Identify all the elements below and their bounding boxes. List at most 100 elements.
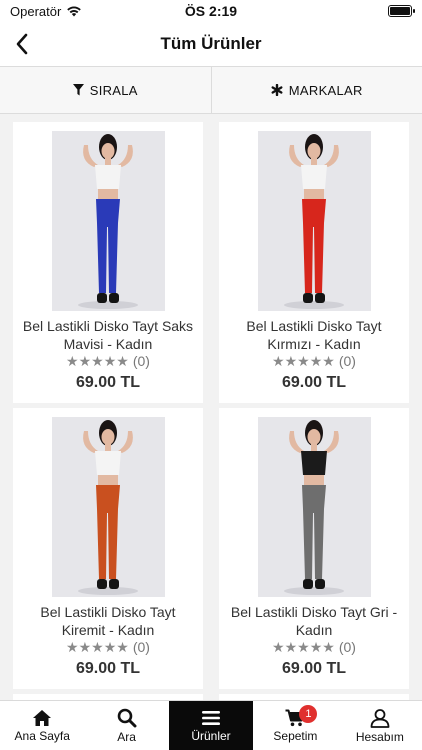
head (101, 429, 114, 445)
product-photo[interactable] (257, 131, 371, 311)
model-figure (51, 131, 165, 311)
navigation-bar: Tüm Ürünler (0, 22, 422, 66)
model-figure (51, 417, 165, 597)
neck (310, 158, 317, 166)
menu-icon (202, 710, 221, 725)
product-card[interactable]: Bel Lastikli Disko Tayt Kiremit - Kadın … (13, 408, 203, 689)
neck (310, 444, 317, 452)
product-price: 69.00 TL (75, 374, 141, 391)
neck (104, 158, 111, 166)
right-shoe (314, 293, 325, 303)
product-rating: ★ ★ ★ ★ ★ (0) (272, 353, 356, 369)
product-price: 69.00 TL (281, 660, 347, 677)
star-icon: ★ (284, 639, 298, 655)
rating-count: (0) (132, 639, 150, 655)
tab-account[interactable]: Hesabım (338, 701, 422, 750)
floor-shadow (283, 587, 344, 595)
floor-shadow (283, 301, 344, 309)
cart-badge: 1 (299, 705, 318, 723)
tab-cart[interactable]: 1 Sepetim (253, 701, 337, 750)
carrier-group: Operatör (10, 4, 82, 19)
star-icon: ★ (322, 639, 335, 655)
star-icon: ★ (91, 353, 104, 369)
product-card[interactable]: Bel Lastikli Disko Tayt Kırmızı - Kadın … (219, 122, 409, 403)
left-shoe (96, 579, 107, 589)
midriff (303, 475, 324, 485)
star-icon: ★ (116, 353, 129, 369)
product-name: Bel Lastikli Disko Tayt Kiremit - Kadın (40, 604, 176, 638)
star-rating: ★ ★ ★ ★ ★ (66, 640, 129, 654)
star-icon: ★ (297, 639, 310, 655)
star-icon: ★ (116, 639, 129, 655)
product-price: 69.00 TL (75, 660, 141, 677)
star-rating: ★ ★ ★ ★ ★ (66, 354, 129, 368)
battery-level (390, 7, 410, 15)
product-rating: ★ ★ ★ ★ ★ (0) (66, 639, 150, 655)
home-icon (33, 709, 52, 726)
midriff (97, 189, 118, 199)
star-icon: ★ (309, 353, 323, 369)
star-icon: ★ (322, 353, 335, 369)
star-icon: ★ (272, 353, 285, 369)
product-photo[interactable] (51, 131, 165, 311)
midriff (303, 189, 324, 199)
sort-button[interactable]: SIRALA (0, 67, 211, 113)
tab-label: Hesabım (355, 729, 404, 744)
sort-label: SIRALA (89, 82, 138, 98)
star-icon: ★ (103, 639, 117, 655)
left-shoe (302, 579, 313, 589)
tab-label: Ara (117, 729, 136, 744)
product-grid: Bel Lastikli Disko Tayt Saks Mavisi - Ka… (0, 114, 422, 700)
product-photo[interactable] (51, 417, 165, 597)
status-bar: Operatör ÖS 2:19 (0, 0, 422, 22)
tab-home[interactable]: Ana Sayfa (0, 701, 84, 750)
floor-shadow (77, 587, 138, 595)
star-rating: ★ ★ ★ ★ ★ (272, 640, 335, 654)
product-rating: ★ ★ ★ ★ ★ (0) (66, 353, 150, 369)
product-card[interactable]: Bel Lastikli Disko Tayt Gri - Kadın ★ ★ ★ ★… (219, 408, 409, 689)
rating-count: (0) (338, 639, 356, 655)
star-icon: ★ (66, 639, 79, 655)
brands-button[interactable]: MARKALAR (210, 67, 422, 113)
product-rating: ★ ★ ★ ★ ★ (0) (272, 639, 356, 655)
product-price: 69.00 TL (281, 374, 347, 391)
rating-count: (0) (132, 353, 150, 369)
tab-label: Ürünler (191, 728, 231, 743)
neck (104, 444, 111, 452)
carrier-name: Operatör (10, 3, 62, 19)
search-icon (117, 708, 137, 727)
star-icon: ★ (91, 639, 104, 655)
top (300, 165, 327, 189)
midriff (97, 475, 118, 485)
top (94, 165, 121, 189)
top (94, 451, 121, 475)
head (307, 143, 320, 159)
product-name: Bel Lastikli Disko Tayt Kırmızı - Kadın (246, 318, 382, 352)
star-icon: ★ (309, 639, 323, 655)
tab-label: Sepetim (273, 728, 318, 743)
right-shoe (314, 579, 325, 589)
page-title: Tüm Ürünler (160, 34, 262, 53)
model-figure (257, 131, 371, 311)
funnel-icon (72, 84, 84, 96)
floor-shadow (77, 301, 138, 309)
product-card[interactable]: Bel Lastikli Disko Tayt Saks Mavisi - Ka… (13, 122, 203, 403)
tab-bar: Ana Sayfa Ara Ürünler 1 Sepetim Hesabım (0, 700, 422, 750)
right-shoe (108, 293, 119, 303)
rating-count: (0) (338, 353, 356, 369)
star-icon: ★ (66, 353, 79, 369)
product-photo[interactable] (257, 417, 371, 597)
product-name: Bel Lastikli Disko Tayt Gri - Kadın (230, 604, 398, 638)
asterisk-icon (271, 84, 283, 96)
right-shoe (108, 579, 119, 589)
chevron-left-icon (16, 33, 28, 55)
wifi-icon (67, 6, 82, 17)
tab-products[interactable]: Ürünler (168, 701, 254, 750)
product-name: Bel Lastikli Disko Tayt Saks Mavisi - Ka… (22, 318, 194, 352)
star-icon: ★ (78, 353, 92, 369)
back-button[interactable] (8, 30, 36, 58)
star-rating: ★ ★ ★ ★ ★ (272, 354, 335, 368)
head (101, 143, 114, 159)
tab-search[interactable]: Ara (84, 701, 168, 750)
battery-icon (388, 5, 415, 17)
